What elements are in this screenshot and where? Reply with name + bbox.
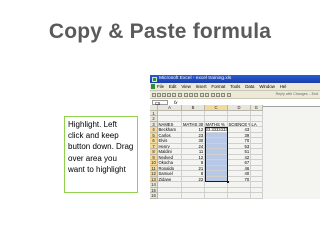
undo-icon[interactable] — [200, 92, 204, 97]
menu-view[interactable]: View — [181, 83, 190, 90]
redo-icon[interactable] — [205, 92, 209, 97]
menu-file[interactable]: File — [157, 83, 164, 90]
autosum-icon[interactable] — [211, 92, 215, 97]
sort-icon[interactable] — [216, 92, 220, 97]
excel-window: Microsoft Excel - excel training.xls Fil… — [150, 75, 320, 199]
paste-icon[interactable] — [194, 92, 198, 97]
new-icon[interactable] — [152, 92, 156, 97]
zoom-icon[interactable] — [227, 92, 231, 97]
menu-help[interactable]: Hel — [280, 83, 287, 90]
fill-handle[interactable] — [226, 180, 229, 183]
row-header[interactable]: 17 — [150, 198, 158, 199]
print-icon[interactable] — [167, 92, 171, 97]
cell-b17[interactable] — [182, 198, 205, 199]
menu-tools[interactable]: Tools — [230, 83, 240, 90]
preview-icon[interactable] — [172, 92, 176, 97]
cell-e17[interactable] — [251, 198, 263, 199]
chart-icon[interactable] — [221, 92, 225, 97]
cell-c17[interactable] — [205, 198, 228, 199]
menu-bar: File Edit View Insert Format Tools Data … — [150, 83, 320, 91]
slide-title: Copy & Paste formula — [48, 20, 272, 43]
cell-d17[interactable] — [228, 198, 251, 199]
cell-a17[interactable] — [158, 198, 182, 199]
menu-data[interactable]: Data — [245, 83, 254, 90]
instruction-note: Highlight. Left click and keep button do… — [64, 116, 138, 193]
menu-window[interactable]: Window — [259, 83, 275, 90]
workbook-icon[interactable] — [151, 84, 155, 89]
save-icon[interactable] — [162, 92, 166, 97]
window-title: Microsoft Excel - excel training.xls — [159, 76, 232, 81]
standard-toolbar: Reply with Changes... End — [150, 91, 320, 99]
menu-format[interactable]: Format — [211, 83, 225, 90]
excel-app-icon — [152, 76, 157, 82]
excel-title-bar[interactable]: Microsoft Excel - excel training.xls — [150, 75, 320, 83]
open-icon[interactable] — [157, 92, 161, 97]
copy-icon[interactable] — [189, 92, 193, 97]
cut-icon[interactable] — [184, 92, 188, 97]
spelling-icon[interactable] — [178, 92, 182, 97]
menu-insert[interactable]: Insert — [196, 83, 207, 90]
reply-with-changes-hint[interactable]: Reply with Changes... End — [276, 91, 318, 98]
menu-edit[interactable]: Edit — [169, 83, 177, 90]
